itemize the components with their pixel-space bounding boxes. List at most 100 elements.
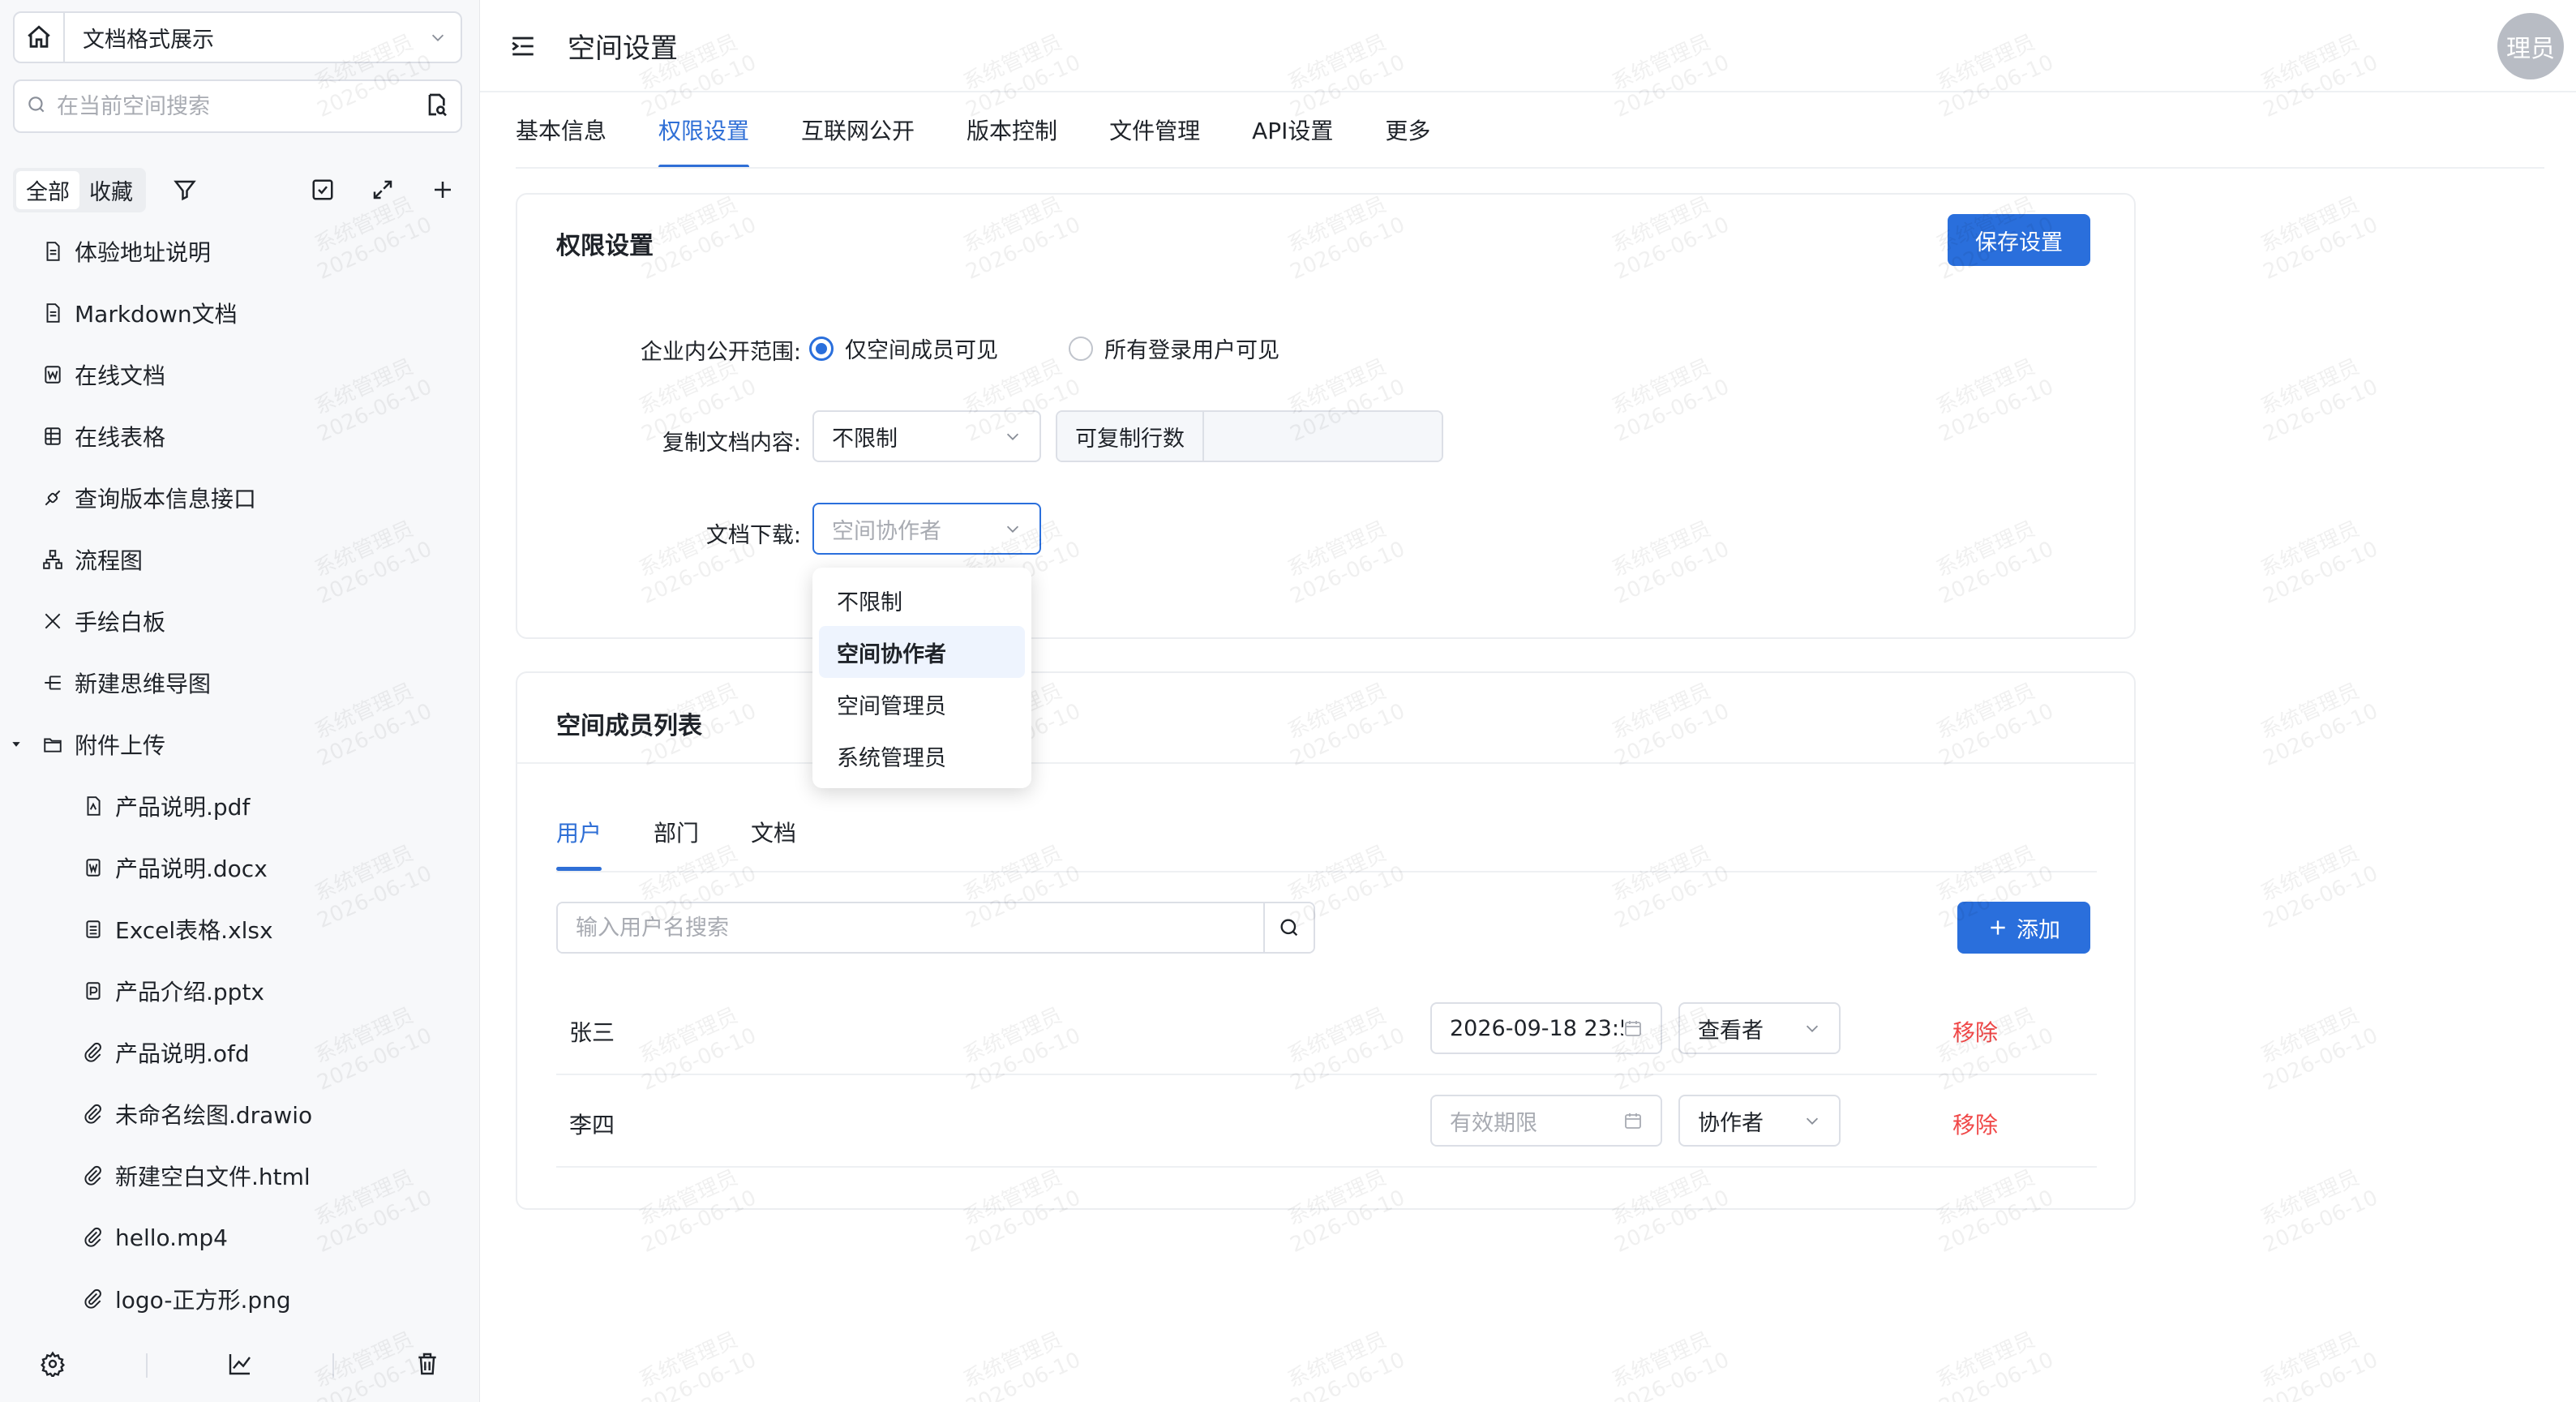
tree-item-label: 未命名绘图.drawio xyxy=(115,1102,313,1129)
filter-all[interactable]: 全部 xyxy=(16,170,79,209)
expire-date-input[interactable]: 2026-09-18 23:5 xyxy=(1430,1002,1662,1054)
tab-public[interactable]: 互联网公开 xyxy=(801,110,941,169)
tree-child-item[interactable]: 新建空白文件.html xyxy=(0,1145,480,1207)
attachment-icon xyxy=(79,1285,107,1313)
divider xyxy=(145,1353,148,1378)
add-member-button[interactable]: 添加 xyxy=(1957,902,2090,954)
plus-icon xyxy=(1991,920,2005,935)
menu-fold-icon[interactable] xyxy=(509,32,537,63)
scope-members-radio[interactable]: 仅空间成员可见 xyxy=(809,332,998,364)
tree-item[interactable]: 流程图 xyxy=(0,529,480,590)
chart-icon[interactable] xyxy=(227,1351,253,1380)
whiteboard-icon xyxy=(39,607,66,635)
checkbox-select-icon[interactable] xyxy=(303,170,342,209)
search-button[interactable] xyxy=(1263,903,1314,952)
tree-item[interactable]: 在线表格 xyxy=(0,405,480,467)
member-search-input[interactable] xyxy=(558,903,1263,952)
tree-item[interactable]: 查询版本信息接口 xyxy=(0,467,480,529)
expire-date-placeholder: 有效期限 xyxy=(1450,1110,1537,1136)
tree-child-item[interactable]: 产品说明.pdf xyxy=(0,775,480,837)
search-scope-icon[interactable] xyxy=(423,92,449,121)
tree-child-item[interactable]: 产品介绍.pptx xyxy=(0,960,480,1022)
filter-row: 全部 收藏 xyxy=(13,167,462,212)
space-search-input[interactable] xyxy=(55,92,423,120)
tree-item-label: 新建空白文件.html xyxy=(115,1164,311,1190)
tree-folder[interactable]: 附件上传 xyxy=(0,714,480,775)
divider xyxy=(517,762,2134,764)
caret-down-icon[interactable] xyxy=(8,739,24,750)
tree-item-label: Markdown文档 xyxy=(75,301,238,328)
dropdown-option[interactable]: 空间管理员 xyxy=(819,678,1025,730)
save-settings-button[interactable]: 保存设置 xyxy=(1948,214,2090,266)
permissions-title: 权限设置 xyxy=(556,232,654,260)
mindmap-icon xyxy=(39,669,66,697)
remove-member-link[interactable]: 移除 xyxy=(1952,1015,1998,1048)
tree-child-item[interactable]: 产品说明.docx xyxy=(0,837,480,898)
attachment-icon xyxy=(79,1100,107,1128)
scope-label: 企业内公开范围: xyxy=(640,340,801,365)
expire-date-value: 2026-09-18 23:5 xyxy=(1450,1015,1623,1041)
tab-api[interactable]: API设置 xyxy=(1252,110,1359,169)
scope-all-users-radio[interactable]: 所有登录用户可见 xyxy=(1069,332,1279,364)
tab-files[interactable]: 文件管理 xyxy=(1109,110,1226,169)
tree-item[interactable]: 新建思维导图 xyxy=(0,652,480,714)
tree-item[interactable]: 在线文档 xyxy=(0,344,480,405)
folder-open-icon xyxy=(39,731,66,758)
avatar[interactable]: 理员 xyxy=(2497,13,2564,79)
home-icon[interactable] xyxy=(15,13,65,62)
attachment-icon xyxy=(79,1224,107,1251)
pdf-icon xyxy=(79,792,107,820)
chevron-down-icon xyxy=(1806,1025,1819,1032)
tab-permissions[interactable]: 权限设置 xyxy=(658,110,775,169)
role-select[interactable]: 协作者 xyxy=(1678,1095,1841,1147)
add-icon[interactable] xyxy=(423,170,462,209)
doc-tree: 体验地址说明 Markdown文档 在线文档 在线表格 查询版本信息接口 流程图 xyxy=(0,221,480,1330)
dropdown-option[interactable]: 不限制 xyxy=(819,574,1025,626)
role-select[interactable]: 查看者 xyxy=(1678,1002,1841,1054)
ppt-icon xyxy=(79,977,107,1005)
subtab-users[interactable]: 用户 xyxy=(556,812,602,871)
tree-item-label: hello.mp4 xyxy=(115,1224,228,1251)
filter-favorites[interactable]: 收藏 xyxy=(79,171,143,209)
expire-date-input[interactable]: 有效期限 xyxy=(1430,1095,1662,1147)
dropdown-option[interactable]: 系统管理员 xyxy=(819,730,1025,782)
space-selector[interactable]: 文档格式展示 xyxy=(13,11,462,63)
tab-version[interactable]: 版本控制 xyxy=(967,110,1083,169)
dropdown-option-selected[interactable]: 空间协作者 xyxy=(819,626,1025,678)
copy-rows-label: 可复制行数 xyxy=(1057,412,1204,461)
tree-child-item[interactable]: 产品说明.ofd xyxy=(0,1022,480,1083)
member-subtabs: 用户 部门 文档 xyxy=(556,812,848,871)
sidebar-footer xyxy=(0,1329,480,1402)
tree-child-item[interactable]: 未命名绘图.drawio xyxy=(0,1083,480,1145)
filter-icon[interactable] xyxy=(165,170,204,209)
tree-item-label: 产品介绍.pptx xyxy=(115,979,264,1005)
tab-basic-info[interactable]: 基本信息 xyxy=(516,110,632,169)
tree-item[interactable]: 体验地址说明 xyxy=(0,221,480,282)
gear-icon[interactable] xyxy=(40,1351,66,1380)
sheet-icon xyxy=(39,422,66,450)
tree-child-item[interactable]: Excel表格.xlsx xyxy=(0,898,480,960)
word-icon xyxy=(39,361,66,388)
search-icon xyxy=(1280,919,1298,937)
tree-item[interactable]: 手绘白板 xyxy=(0,590,480,652)
tree-item-label: 在线文档 xyxy=(75,362,166,389)
tree-child-item[interactable]: logo-正方形.png xyxy=(0,1268,480,1330)
remove-member-link[interactable]: 移除 xyxy=(1952,1108,1998,1140)
tree-item[interactable]: Markdown文档 xyxy=(0,282,480,344)
radio-unchecked-icon xyxy=(1069,336,1093,361)
subtab-departments[interactable]: 部门 xyxy=(654,812,699,871)
expand-icon[interactable] xyxy=(363,170,402,209)
trash-icon[interactable] xyxy=(414,1351,440,1380)
download-select[interactable]: 空间协作者 xyxy=(812,503,1041,555)
tab-more[interactable]: 更多 xyxy=(1385,110,1456,169)
flowchart-icon xyxy=(39,546,66,573)
radio-label: 所有登录用户可见 xyxy=(1104,338,1279,363)
tree-child-item[interactable]: hello.mp4 xyxy=(0,1207,480,1268)
tree-item-label: 手绘白板 xyxy=(75,609,166,636)
tree-item-label: Excel表格.xlsx xyxy=(115,917,273,944)
tree-item-label: 产品说明.ofd xyxy=(115,1040,250,1067)
role-value: 查看者 xyxy=(1698,1018,1764,1044)
subtab-documents[interactable]: 文档 xyxy=(751,812,796,871)
attachment-icon xyxy=(79,1162,107,1190)
copy-select[interactable]: 不限制 xyxy=(812,410,1041,462)
